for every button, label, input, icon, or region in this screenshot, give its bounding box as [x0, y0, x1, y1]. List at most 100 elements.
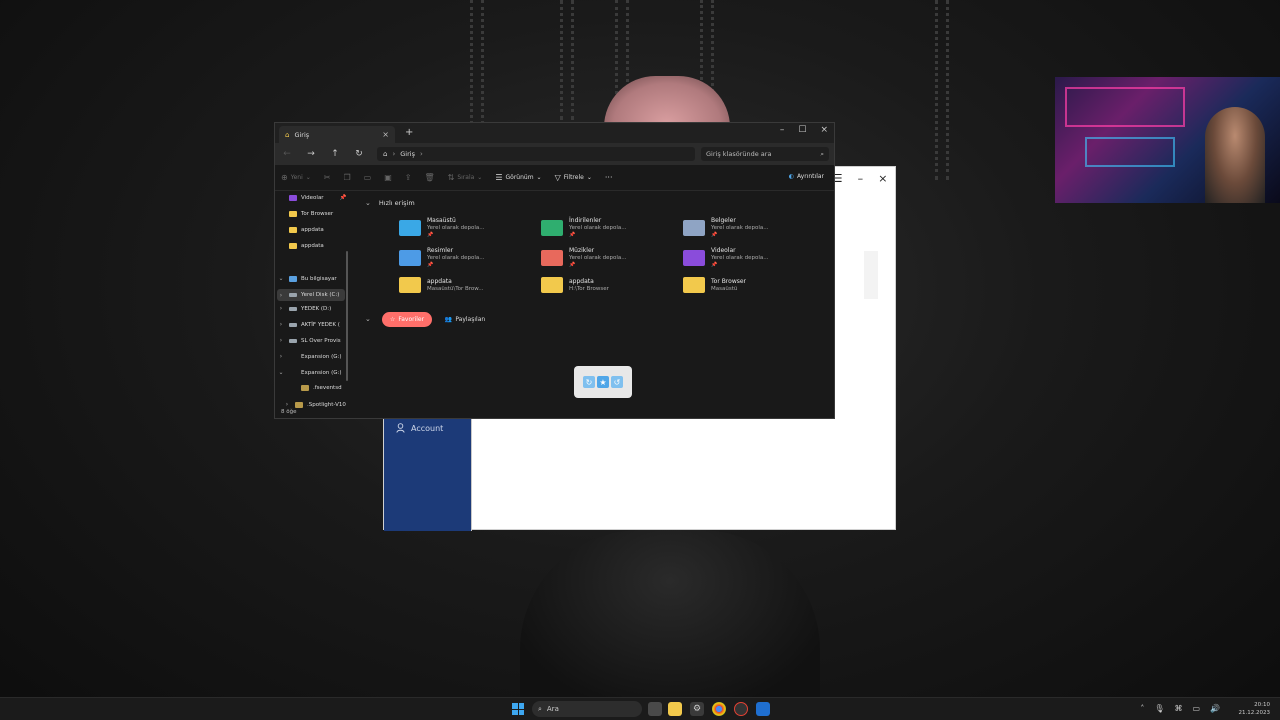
chevron-right-icon[interactable]: ›	[277, 292, 285, 299]
tab-shared[interactable]: 👥 Paylaşılan	[438, 312, 492, 327]
new-tab-button[interactable]: +	[405, 127, 413, 138]
item-name: Masaüstü	[427, 217, 456, 224]
tab-label: Giriş	[294, 130, 310, 139]
chevron-right-icon[interactable]: ›	[277, 337, 285, 344]
taskbar: ⌕ Ara ⚙ ˄ 🎙 ⌘ ▭ 🔊 20:10 21.12.2023	[0, 697, 1280, 720]
cut-icon[interactable]: ✂	[324, 173, 331, 182]
chevron-up-icon[interactable]: ˄	[1140, 704, 1144, 713]
chevron-down-icon[interactable]: ⌄	[277, 369, 285, 376]
more-options-button[interactable]: ···	[605, 173, 613, 182]
sidebar-item-label: .fseventsd	[313, 385, 342, 391]
quick-access-text: Resimler Yerel olarak depola... 📌	[427, 247, 485, 268]
forward-arrow-icon[interactable]: →	[299, 149, 323, 159]
drive-icon	[289, 306, 297, 311]
minimize-button[interactable]: –	[858, 172, 864, 185]
chevron-down-icon: ⌄	[365, 315, 371, 323]
quick-access-item[interactable]: İndirilenler Yerel olarak depola... 📌	[541, 217, 627, 238]
sidebar-item-label: Yerel Disk (C:)	[301, 292, 340, 298]
taskbar-search[interactable]: ⌕ Ara	[532, 701, 642, 717]
copy-icon[interactable]: ❐	[343, 173, 350, 182]
sidebar-item-drive-d[interactable]: › YEDEK (D:)	[277, 305, 331, 312]
item-location: Masaüstü	[711, 285, 738, 292]
sidebar-item-drive-c[interactable]: › Yerel Disk (C:)	[277, 289, 345, 301]
quick-access-item[interactable]: Tor Browser Masaüstü	[683, 277, 746, 293]
sidebar-item-tor-browser[interactable]: Tor Browser	[289, 211, 333, 217]
editor-app-icon[interactable]	[756, 702, 770, 716]
sidebar-item-appdata[interactable]: appdata	[289, 227, 324, 233]
windows-start-icon[interactable]	[512, 703, 524, 715]
sidebar-item-drive-aktif[interactable]: › AKTİF YEDEK (	[277, 321, 340, 328]
quick-access-item[interactable]: appdata Masaüstü\Tor Brow...	[399, 277, 484, 293]
up-arrow-icon[interactable]: ↑	[323, 149, 347, 159]
quick-access-item[interactable]: Belgeler Yerel olarak depola... 📌	[683, 217, 769, 238]
close-button[interactable]: ×	[878, 172, 887, 185]
clock[interactable]: 20:10 21.12.2023	[1239, 701, 1271, 717]
sidebar-item-label: appdata	[301, 227, 324, 233]
tab-favorites[interactable]: ☆ Favoriler	[382, 312, 432, 327]
sidebar-item-spotlight[interactable]: › .Spotlight-V10	[277, 401, 346, 408]
refresh-icon[interactable]: ↻	[347, 149, 371, 159]
new-button[interactable]: ⊕ Yeni ⌄	[281, 173, 311, 182]
folder-icon	[683, 249, 705, 266]
tab-home[interactable]: ⌂ Giriş ×	[279, 126, 395, 143]
sidebar-item-this-pc[interactable]: ⌄ Bu bilgisayar	[277, 275, 336, 282]
pin-icon: 📌	[569, 232, 576, 238]
network-icon[interactable]: ⌘	[1174, 704, 1182, 713]
collapse-toggle[interactable]: ⌄	[365, 315, 371, 323]
tab-close-button[interactable]: ×	[382, 130, 389, 139]
folder-icon	[289, 227, 297, 233]
quick-access-item[interactable]: Müzikler Yerel olarak depola... 📌	[541, 247, 627, 268]
chevron-down-icon[interactable]: ⌄	[277, 275, 285, 282]
item-location: Yerel olarak depola...	[569, 255, 627, 261]
quick-access-header[interactable]: ⌄ Hızlı erişim	[365, 199, 415, 207]
details-button[interactable]: ◐ Ayrıntılar	[789, 173, 824, 180]
settings-gear-icon[interactable]: ⚙	[690, 702, 704, 716]
monitor-icon[interactable]: ▭	[1192, 704, 1200, 713]
sidebar-scrollbar[interactable]	[346, 251, 348, 381]
view-button[interactable]: ☰ Görünüm ⌄	[495, 173, 541, 182]
sidebar-item-appdata[interactable]: appdata	[289, 243, 324, 249]
share-icon[interactable]: ⇪	[405, 173, 412, 182]
chevron-right-icon[interactable]: ›	[283, 401, 291, 408]
paste-icon[interactable]: ▭	[364, 173, 372, 182]
search-icon: ⌕	[820, 149, 824, 158]
volume-icon[interactable]: 🔊	[1210, 704, 1220, 713]
pin-icon: 📌	[711, 232, 718, 238]
chevron-right-icon[interactable]: ›	[277, 353, 285, 360]
sidebar-item-videolar[interactable]: Videolar 📌	[289, 195, 346, 201]
close-button[interactable]: ×	[820, 125, 828, 135]
microphone-icon[interactable]: 🎙	[1154, 704, 1164, 713]
chevron-down-icon: ⌄	[305, 174, 311, 181]
delete-icon[interactable]: 🗑	[424, 173, 434, 182]
sidebar-item-expansion[interactable]: ⌄ Expansion (G:)	[277, 369, 341, 376]
folder-icon	[399, 249, 421, 266]
address-bar[interactable]: ⌂ › Giriş ›	[377, 147, 695, 161]
maximize-button[interactable]: ☐	[798, 125, 806, 135]
rename-icon[interactable]: ▣	[384, 173, 392, 182]
task-view-icon[interactable]	[648, 702, 662, 716]
sidebar-item-drive-sl[interactable]: › SL Over Provis	[277, 337, 341, 344]
filter-button[interactable]: ▽ Filtrele ⌄	[555, 173, 592, 182]
favorites-empty-illustration: ↻ ★ ↺	[574, 366, 632, 398]
search-input[interactable]: Giriş klasöründe ara ⌕	[701, 147, 829, 161]
minimize-button[interactable]: –	[780, 125, 785, 135]
filter-label: Filtrele	[563, 174, 584, 181]
back-arrow-icon[interactable]: ←	[275, 149, 299, 159]
item-name: Tor Browser	[711, 277, 747, 285]
file-explorer-window[interactable]: ⌂ Giriş × + – ☐ × ← → ↑ ↻ ⌂ › Giriş › Gi…	[274, 122, 835, 419]
account-nav-item[interactable]: Account	[396, 423, 443, 433]
sidebar-item-drive-g[interactable]: › Expansion (G:)	[277, 353, 342, 360]
chevron-right-icon[interactable]: ›	[277, 321, 285, 328]
chevron-right-icon[interactable]: ›	[277, 305, 285, 312]
app-icon[interactable]	[734, 702, 748, 716]
file-explorer-icon[interactable]	[668, 702, 682, 716]
quick-access-item[interactable]: Masaüstü Yerel olarak depola... 📌	[399, 217, 485, 238]
breadcrumb-item[interactable]: Giriş	[400, 150, 415, 158]
sort-button[interactable]: ⇅ Sırala ⌄	[448, 173, 483, 182]
quick-access-item[interactable]: Resimler Yerel olarak depola... 📌	[399, 247, 485, 268]
chrome-icon[interactable]	[712, 702, 726, 716]
quick-access-item[interactable]: appdata H:\Tor Browser	[541, 277, 609, 293]
sidebar-item-fseventsd[interactable]: .fseventsd	[289, 385, 342, 391]
sync-icon: ↻	[583, 376, 595, 388]
quick-access-item[interactable]: Videolar Yerel olarak depola... 📌	[683, 247, 769, 268]
